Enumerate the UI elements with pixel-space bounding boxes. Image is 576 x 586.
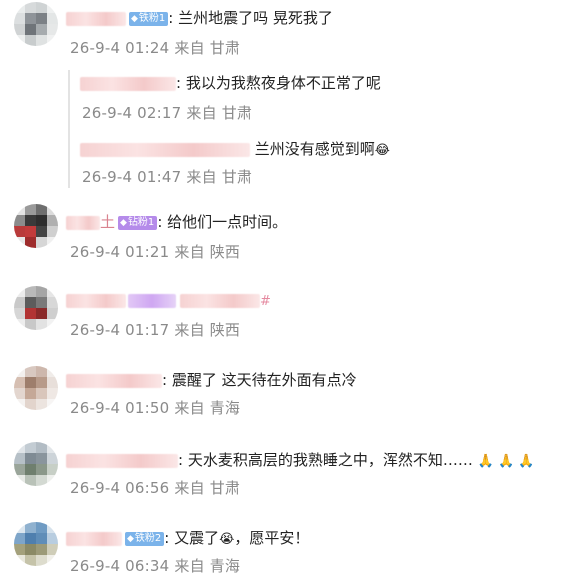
comment-meta: 26-9-4 01:50 来自 青海 [70,399,241,417]
username[interactable] [66,531,122,546]
laugh-emoji-icon: 😂 [374,143,390,158]
reply-divider [68,70,70,188]
comment-meta: 26-9-4 01:17 来自 陕西 [70,321,241,339]
username[interactable] [66,453,178,468]
username[interactable] [66,11,126,26]
colon: : [162,371,168,389]
diamond-icon: ◆ [120,217,127,228]
pray-emoji-icon: 🙏 🙏 🙏 [477,454,535,469]
reply-username[interactable] [80,76,176,91]
comment-line: : 震醒了 这天待在外面有点冷 [66,370,357,390]
comment-meta: 26-9-4 01:24 来自 甘肃 [70,39,241,57]
comment-line: ◆铁粉2: 又震了😭，愿平安！ [66,528,309,550]
avatar[interactable] [14,204,58,248]
diamond-icon: ◆ [127,533,134,544]
username-tail[interactable]: 土 [100,213,115,231]
comment-line: ◆铁粉1: 兰州地震了吗 晃死我了 [66,8,333,28]
reply-username[interactable] [80,142,250,157]
username[interactable] [66,373,162,388]
reply-line: : 我以为我熬夜身体不正常了呢 [80,73,381,93]
avatar[interactable] [14,2,58,46]
colon: : [164,529,170,547]
comment-text: 给他们一点时间。 [167,213,288,231]
comment-meta: 26-9-4 06:56 来自 甘肃 [70,479,241,497]
blurred-badge[interactable] [128,293,176,308]
colon: : [176,74,182,92]
hashtag-mark[interactable]: # [260,294,271,309]
reply-text: 兰州没有感觉到啊 [254,140,375,158]
reply-text: 我以为我熬夜身体不正常了呢 [185,74,381,92]
comment-line: 土 ◆钻粉1: 给他们一点时间。 [66,212,287,232]
avatar[interactable] [14,522,58,566]
colon: : [178,451,184,469]
avatar[interactable] [14,442,58,486]
username[interactable] [66,215,100,230]
diamond-icon: ◆ [131,13,138,24]
colon: : [157,213,163,231]
fan-badge[interactable]: ◆钻粉1 [118,215,158,230]
avatar[interactable] [14,366,58,410]
comment-text: 震醒了 这天待在外面有点冷 [171,371,357,389]
comment-text: 又震了 [174,529,220,547]
reply-line: 兰州没有感觉到啊😂 [80,139,390,161]
avatar[interactable] [14,286,58,330]
reply-meta: 26-9-4 01:47 来自 甘肃 [82,168,253,186]
fan-badge[interactable]: ◆铁粉1 [129,11,169,26]
blurred-text [180,293,260,308]
comment-line: : 天水麦积高层的我熟睡之中，浑然不知…… 🙏 🙏 🙏 [66,450,534,472]
comment-meta: 26-9-4 01:21 来自 陕西 [70,243,241,261]
comment-text-tail: ，愿平安！ [234,529,310,547]
colon: : [168,9,174,27]
comment-text: 天水麦积高层的我熟睡之中，浑然不知…… [187,451,473,469]
crying-emoji-icon: 😭 [219,532,235,547]
username[interactable] [66,293,126,308]
comment-text: 兰州地震了吗 晃死我了 [178,9,333,27]
reply-meta: 26-9-4 02:17 来自 甘肃 [82,104,253,122]
fan-badge[interactable]: ◆铁粉2 [125,531,165,546]
comment-line: # [66,290,271,312]
comment-meta: 26-9-4 06:34 来自 青海 [70,557,241,575]
